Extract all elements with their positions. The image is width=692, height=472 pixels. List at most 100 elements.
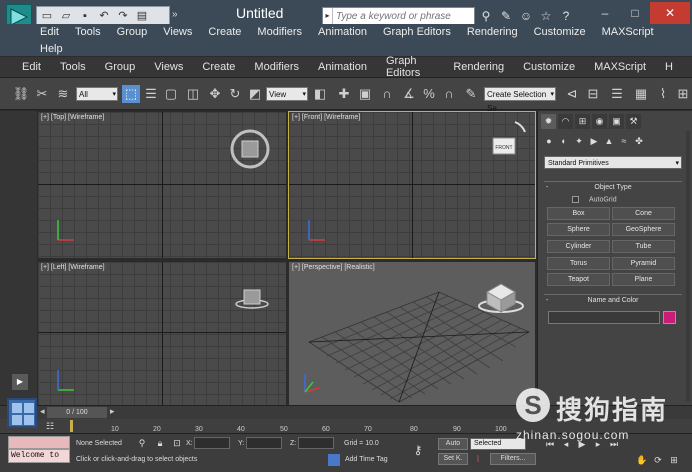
menu-maxscript[interactable]: MAXScript	[602, 24, 662, 40]
project-icon[interactable]: ▤	[135, 9, 149, 23]
helpers-icon[interactable]: ▲	[603, 135, 615, 147]
keyboard-shortcut-icon[interactable]: ▣	[356, 85, 374, 103]
link-icon[interactable]: ⛓	[12, 85, 30, 103]
main-menu-group[interactable]: Group	[105, 61, 136, 73]
modify-tab-icon[interactable]: ◠	[558, 114, 573, 129]
menu-create[interactable]: Create	[208, 24, 249, 40]
user-icon[interactable]: ☺	[518, 8, 534, 24]
snap-3d-icon[interactable]: ∩	[378, 85, 396, 103]
systems-icon[interactable]: ✤	[633, 135, 645, 147]
schematic-view-icon[interactable]: ⊞	[674, 85, 692, 103]
z-coordinate-field[interactable]	[298, 437, 334, 449]
pyramid-button[interactable]: Pyramid	[612, 257, 675, 270]
select-manipulate-icon[interactable]: ✚	[335, 85, 353, 103]
close-button[interactable]: ✕	[650, 2, 690, 24]
menu-edit[interactable]: Edit	[40, 24, 67, 40]
viewport-label-left[interactable]: [+] [Left] [Wireframe]	[41, 264, 105, 271]
tube-button[interactable]: Tube	[612, 240, 675, 253]
main-menu-tools[interactable]: Tools	[60, 61, 86, 73]
teapot-button[interactable]: Teapot	[547, 273, 610, 286]
absolute-mode-icon[interactable]: ⊡	[171, 437, 183, 449]
autogrid-checkbox-box[interactable]	[572, 196, 579, 203]
main-menu-rendering[interactable]: Rendering	[453, 61, 504, 73]
utilities-tab-icon[interactable]: ⚒	[626, 114, 641, 129]
command-panel-scrollbar[interactable]	[686, 131, 690, 401]
spinner-snap-icon[interactable]: ∩	[440, 85, 458, 103]
search-input[interactable]	[333, 10, 471, 22]
named-selection-dropdown[interactable]: Create Selection Se ▾	[484, 87, 556, 113]
hierarchy-tab-icon[interactable]: ⊞	[575, 114, 590, 129]
lock-icon[interactable]: 🔒︎	[154, 437, 166, 449]
time-slider-frame[interactable]: 0 / 100	[47, 407, 107, 418]
new-icon[interactable]: ▭	[40, 9, 54, 23]
menu-graph-editors[interactable]: Graph Editors	[383, 24, 459, 40]
viewcube-front-icon[interactable]: FRONT	[481, 116, 529, 164]
menu-animation[interactable]: Animation	[318, 24, 375, 40]
lights-icon[interactable]: ✦	[573, 135, 585, 147]
menu-customize[interactable]: Customize	[534, 24, 594, 40]
maxscript-listener-field[interactable]	[8, 436, 70, 449]
mirror-icon[interactable]: ⊲	[563, 85, 581, 103]
key-icon[interactable]: ⚷	[412, 444, 424, 456]
orbit-icon[interactable]: ⟳	[652, 454, 664, 466]
autogrid-checkbox[interactable]: AutoGrid	[572, 196, 617, 203]
scene-explorer-icon[interactable]: ▦	[632, 85, 650, 103]
main-menu-create[interactable]: Create	[202, 61, 235, 73]
viewport-label-top[interactable]: [+] [Top] [Wireframe]	[41, 114, 104, 121]
torus-button[interactable]: Torus	[547, 257, 610, 270]
maxscript-mini-listener[interactable]: Welcome to	[8, 449, 70, 463]
time-marker[interactable]	[70, 420, 73, 432]
menu-views[interactable]: Views	[163, 24, 200, 40]
viewport-perspective[interactable]: [+] [Perspective] [Realistic]	[289, 262, 535, 405]
time-next-icon[interactable]: ▸	[110, 406, 115, 417]
unlink-icon[interactable]: ✂	[33, 85, 51, 103]
main-menu-graph-editors[interactable]: Graph Editors	[386, 55, 434, 79]
auto-key-button[interactable]: Auto	[438, 438, 468, 450]
viewport-layout-icon[interactable]	[7, 398, 37, 428]
sphere-button[interactable]: Sphere	[547, 223, 610, 236]
add-time-tag-label[interactable]: Add Time Tag	[345, 456, 388, 463]
main-menu-modifiers[interactable]: Modifiers	[254, 61, 299, 73]
redo-icon[interactable]: ↷	[116, 9, 130, 23]
save-icon[interactable]: ▪	[78, 9, 92, 23]
box-button[interactable]: Box	[547, 207, 610, 220]
minimize-button[interactable]: –	[590, 2, 620, 24]
object-name-field[interactable]	[548, 311, 660, 324]
undo-icon[interactable]: ↶	[97, 9, 111, 23]
edit-named-selection-icon[interactable]: ✎	[462, 85, 480, 103]
create-tab-icon[interactable]: ✹	[541, 114, 556, 129]
main-menu-animation[interactable]: Animation	[318, 61, 367, 73]
object-color-swatch[interactable]	[663, 311, 676, 324]
add-time-tag-icon[interactable]	[328, 454, 340, 466]
toolbar-overflow-icon[interactable]: »	[172, 9, 178, 20]
align-icon[interactable]: ⊟	[584, 85, 602, 103]
cylinder-button[interactable]: Cylinder	[547, 240, 610, 253]
geometry-icon[interactable]: ●	[543, 135, 555, 147]
angle-snap-icon[interactable]: ∡	[400, 85, 418, 103]
set-key-button[interactable]: Set K.	[438, 453, 468, 465]
main-menu-maxscript[interactable]: MAXScript	[594, 61, 646, 73]
layer-manager-icon[interactable]: ☰	[608, 85, 626, 103]
geosphere-button[interactable]: GeoSphere	[612, 223, 675, 236]
wrench-icon[interactable]: ✎	[498, 8, 514, 24]
x-coordinate-field[interactable]	[194, 437, 230, 449]
primitive-category-dropdown[interactable]: Standard Primitives ▾	[544, 156, 682, 169]
star-icon[interactable]: ☆	[538, 8, 554, 24]
cameras-icon[interactable]: ▶	[588, 135, 600, 147]
viewport-label-front[interactable]: [+] [Front] [Wireframe]	[292, 114, 360, 121]
menu-help[interactable]: Help	[40, 41, 71, 57]
main-menu-h[interactable]: H	[665, 61, 673, 73]
motion-tab-icon[interactable]: ◉	[592, 114, 607, 129]
viewport-front[interactable]: [+] [Front] [Wireframe] FRONT	[288, 111, 536, 259]
key-tangent-icon[interactable]: ⌇	[472, 453, 484, 465]
pan-view-icon[interactable]: ✋	[636, 454, 648, 466]
display-tab-icon[interactable]: ▣	[609, 114, 624, 129]
percent-snap-icon[interactable]: %	[420, 85, 438, 103]
key-filters-button[interactable]: Filters...	[490, 453, 536, 465]
lock-selection-icon[interactable]: ⚲	[136, 437, 148, 449]
window-crossing-icon[interactable]: ◫	[184, 85, 202, 103]
help-icon[interactable]: ?	[558, 8, 574, 24]
viewcube-top-icon[interactable]	[228, 127, 272, 171]
y-coordinate-field[interactable]	[246, 437, 282, 449]
viewcube-perspective-icon[interactable]	[478, 283, 524, 313]
